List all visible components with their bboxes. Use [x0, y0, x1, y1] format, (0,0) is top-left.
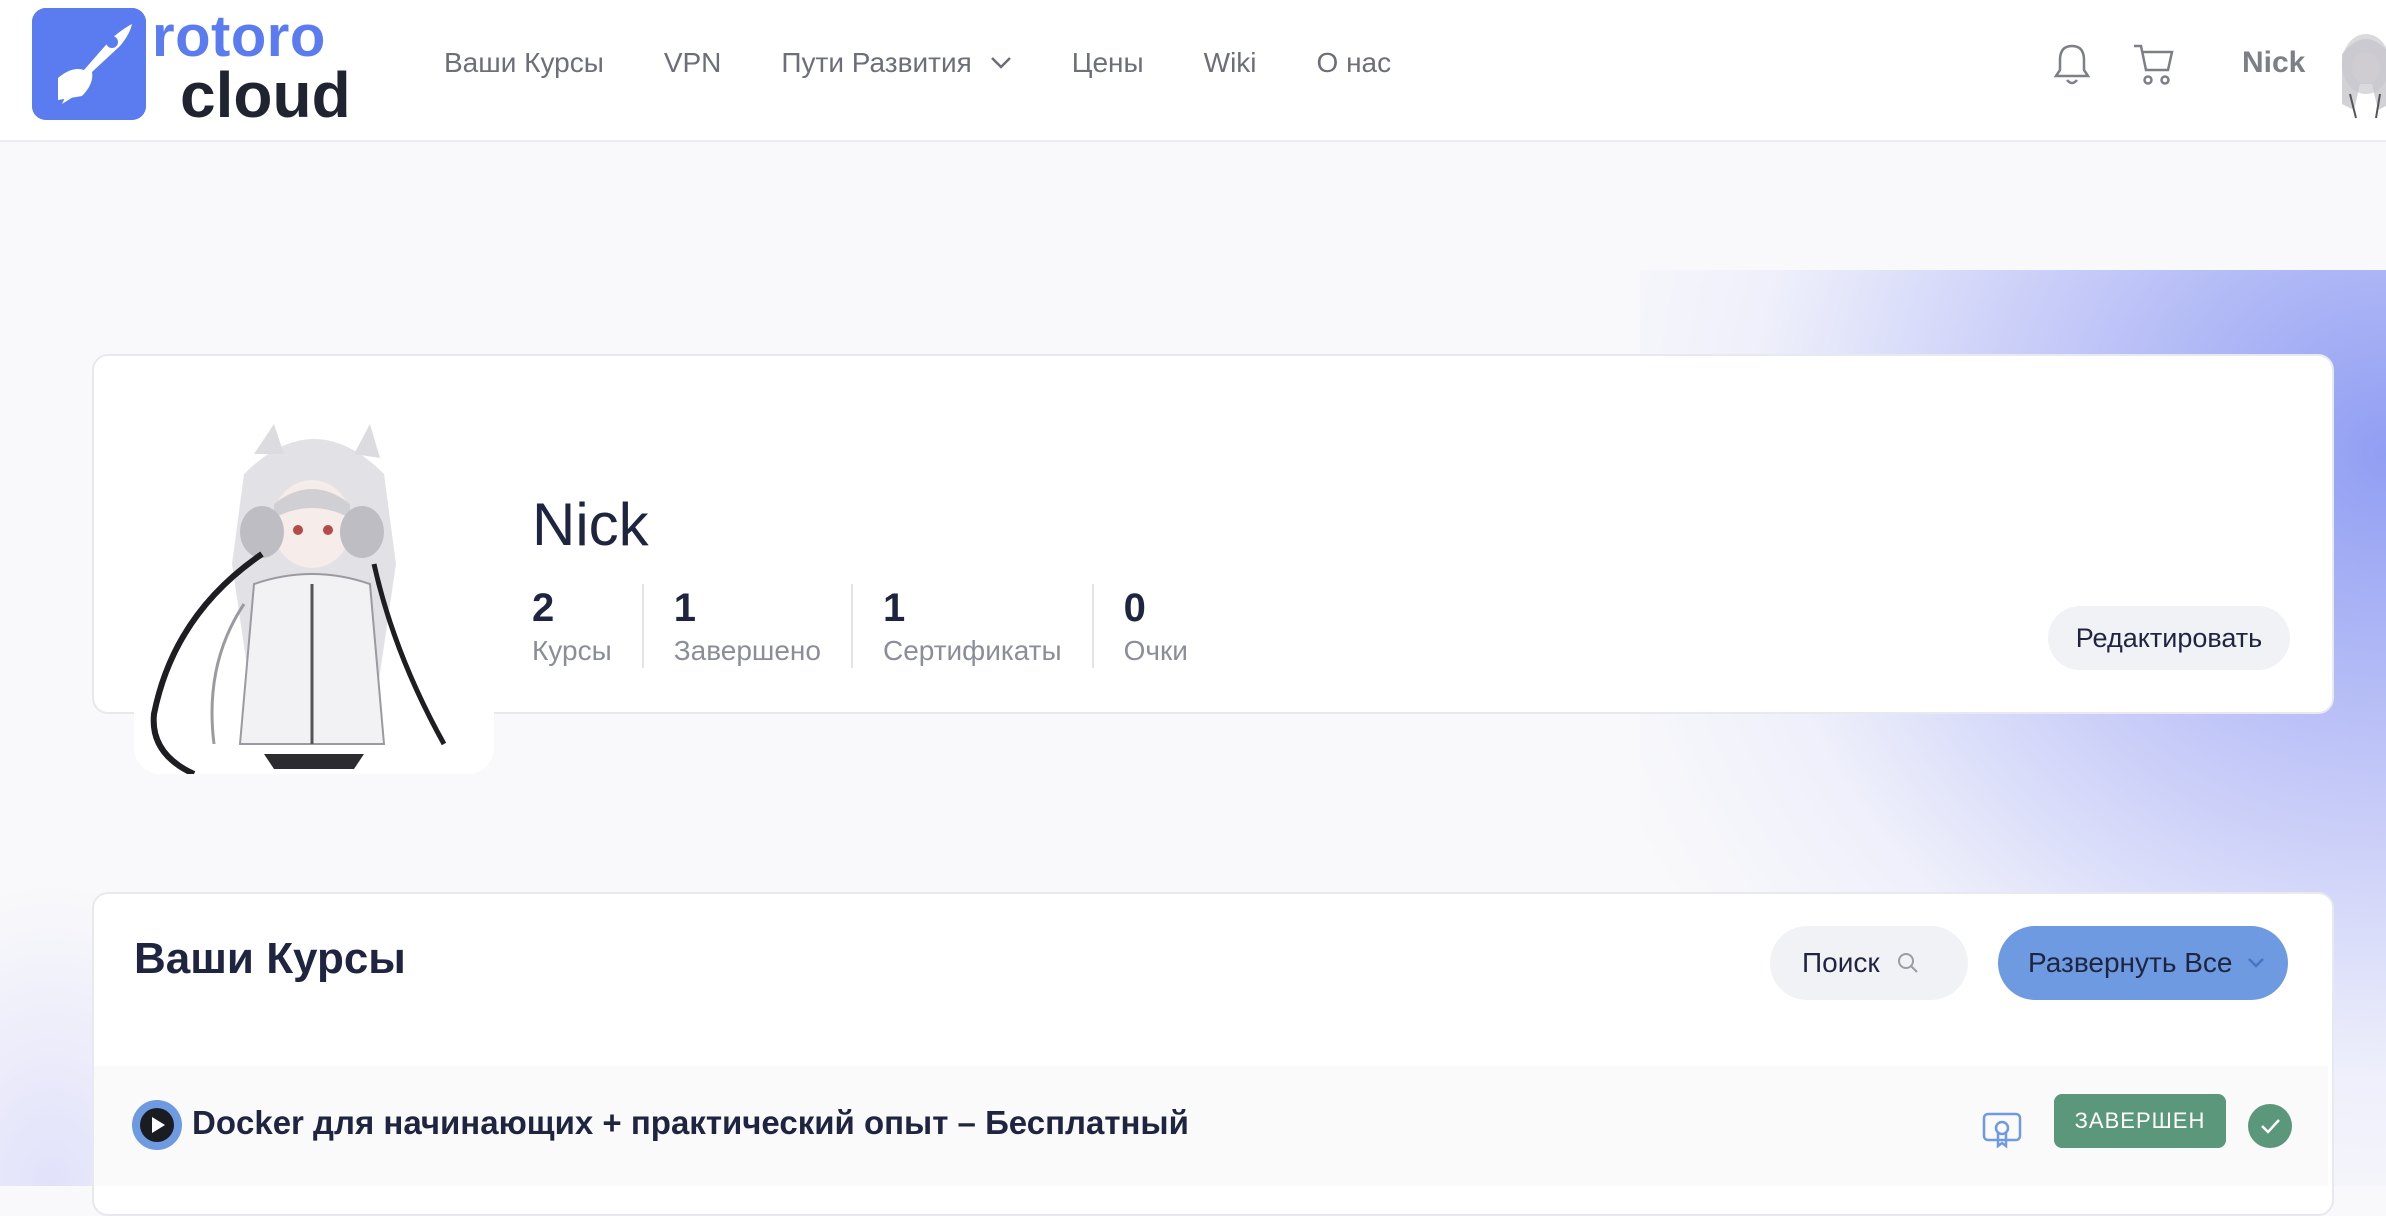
bell-icon[interactable] [2050, 40, 2094, 88]
search-icon [1897, 953, 1918, 973]
nav-item-label: Пути Развития [781, 47, 972, 78]
header-user-name[interactable]: Nick [2242, 46, 2305, 80]
stat-value: 1 [882, 586, 906, 630]
logo-text-cloud: cloud [180, 59, 351, 131]
expand-all-button[interactable]: Развернуть Все [1998, 926, 2288, 1000]
profile-avatar [134, 414, 494, 774]
stat-label: Завершено [673, 635, 821, 666]
chevron-down-icon [990, 57, 1011, 69]
play-icon[interactable] [132, 1100, 182, 1150]
check-icon [2248, 1104, 2292, 1148]
top-header: rotoro cloud Ваши Курсы VPN Пути Развити… [0, 0, 2386, 142]
certificate-icon[interactable] [1980, 1110, 2024, 1150]
stat-certificates: 1 Сертификаты [850, 584, 1092, 668]
courses-title: Ваши Курсы [134, 934, 406, 983]
search-label: Поиск [1802, 947, 1880, 978]
profile-stats: 2 Курсы 1 Завершено 1 Сертификаты 0 Очки [532, 584, 1218, 668]
nav-item-label: VPN [663, 47, 722, 78]
profile-name: Nick [532, 491, 649, 558]
stat-value: 2 [532, 586, 555, 630]
nav-item-wiki[interactable]: Wiki [1204, 47, 1257, 79]
course-title[interactable]: Docker для начинающих + практический опы… [192, 1104, 1189, 1142]
main-nav: Ваши Курсы VPN Пути Развития Цены Wiki О… [444, 40, 1451, 86]
stat-completed: 1 Завершено [641, 584, 851, 668]
stat-label: Сертификаты [882, 635, 1062, 666]
nav-item-label: Wiki [1203, 47, 1257, 78]
chevron-down-icon [2248, 958, 2265, 968]
nav-item-label: Ваши Курсы [444, 47, 604, 78]
stat-label: Курсы [532, 635, 612, 666]
edit-profile-button[interactable]: Редактировать [2048, 606, 2290, 670]
status-badge: ЗАВЕРШЕН [2054, 1094, 2226, 1148]
logo[interactable]: rotoro cloud [32, 4, 362, 130]
nav-item-prices[interactable]: Цены [1072, 47, 1144, 79]
stat-value: 0 [1123, 586, 1146, 630]
stat-label: Очки [1123, 635, 1188, 666]
avatar[interactable] [2320, 24, 2386, 120]
stat-points: 0 Очки [1091, 584, 1218, 668]
nav-item-vpn[interactable]: VPN [664, 47, 722, 79]
cart-icon[interactable] [2132, 40, 2176, 88]
stat-value: 1 [673, 586, 696, 630]
nav-item-label: О нас [1316, 47, 1392, 78]
nav-item-learning-paths[interactable]: Пути Развития [781, 47, 1011, 79]
expand-all-label: Развернуть Все [2028, 947, 2233, 978]
stat-courses: 2 Курсы [532, 584, 642, 668]
nav-item-your-courses[interactable]: Ваши Курсы [444, 47, 604, 79]
search-button[interactable]: Поиск [1770, 926, 1968, 1000]
nav-item-label: Цены [1071, 47, 1144, 78]
rocket-logo-icon [32, 8, 146, 120]
nav-item-about[interactable]: О нас [1317, 47, 1392, 79]
